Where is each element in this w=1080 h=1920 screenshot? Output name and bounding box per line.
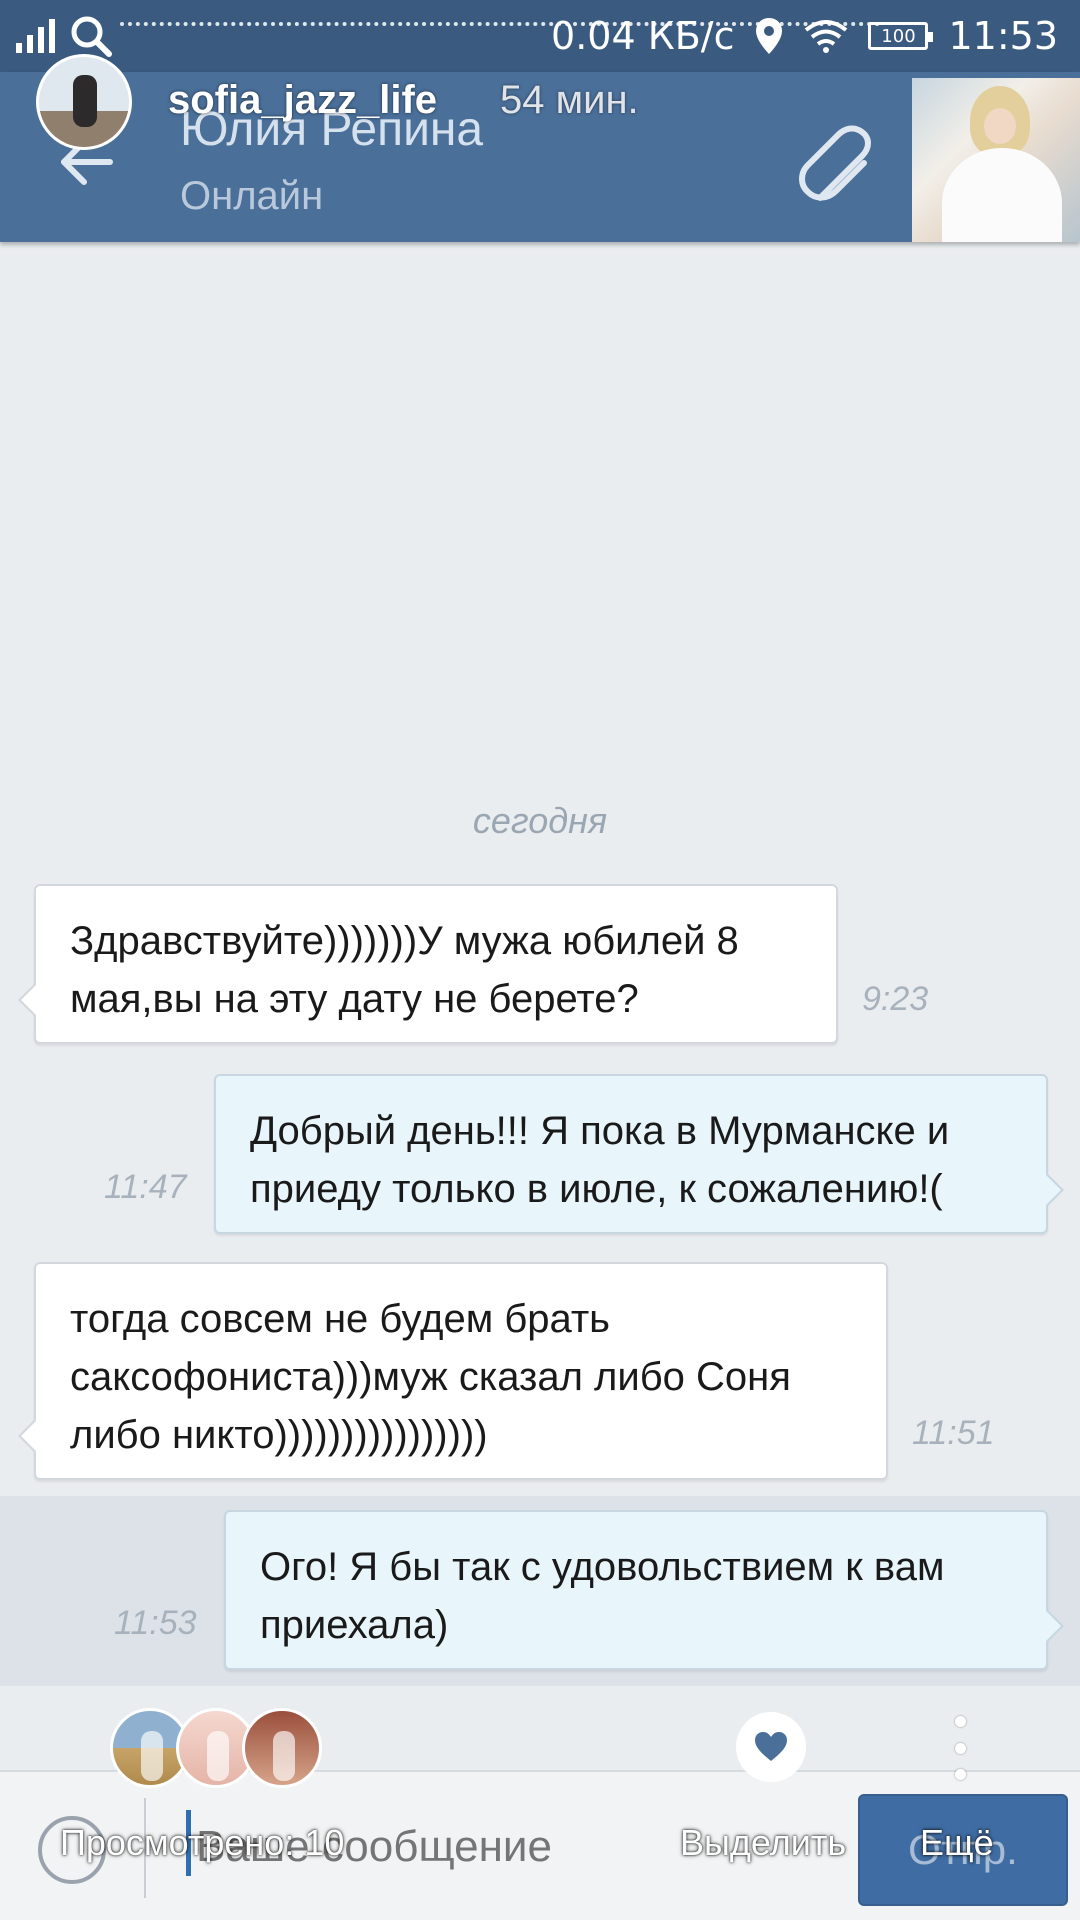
signal-icon (16, 19, 55, 53)
more-vertical-icon[interactable] (950, 1716, 970, 1780)
outgoing-message-bubble[interactable]: Добрый день!!! Я пока в Мурманске и прие… (214, 1074, 1064, 1234)
network-speed: 0.04 КБ/с (551, 14, 735, 58)
battery-level: 100 (881, 25, 916, 47)
story-author-username[interactable]: sofia_jazz_life (168, 78, 437, 123)
highlight-button[interactable]: Выделить (680, 1822, 846, 1864)
message-row: Здравствуйте)))))))У мужа юбилей 8 мая,в… (0, 884, 1080, 1044)
search-icon (71, 16, 112, 57)
attachment-clip-icon[interactable] (790, 120, 890, 220)
outgoing-message-bubble[interactable]: Ого! Я бы так с удовольствием к вам прие… (224, 1510, 1064, 1670)
selected-message-row: 11:53 Ого! Я бы так с удовольствием к ва… (0, 1496, 1080, 1686)
viewer-avatar (242, 1708, 322, 1788)
clock: 11:53 (948, 14, 1058, 58)
story-post-time: 54 мин. (500, 78, 639, 122)
message-time: 11:51 (912, 1414, 995, 1452)
incoming-message-bubble[interactable]: тогда совсем не будем брать саксофониста… (18, 1262, 888, 1480)
chat-contact-status: Онлайн (180, 174, 324, 218)
more-button[interactable]: Ещё (920, 1822, 994, 1864)
message-time: 11:47 (104, 1168, 187, 1206)
story-author-avatar[interactable] (36, 54, 132, 150)
status-bar: 0.04 КБ/с 100 11:53 (0, 0, 1080, 72)
message-row: тогда совсем не будем брать саксофониста… (0, 1262, 1080, 1480)
message-row: 11:47 Добрый день!!! Я пока в Мурманске … (0, 1074, 1080, 1234)
date-separator: сегодня (472, 800, 608, 841)
location-icon (756, 18, 783, 54)
story-viewers[interactable] (110, 1708, 322, 1788)
battery-icon: 100 (868, 22, 934, 50)
seen-count[interactable]: Просмотрено: 10 (60, 1822, 344, 1864)
contact-avatar[interactable] (912, 78, 1080, 242)
incoming-message-bubble[interactable]: Здравствуйте)))))))У мужа юбилей 8 мая,в… (18, 884, 838, 1044)
wifi-icon (805, 20, 848, 53)
heart-icon[interactable] (736, 1712, 806, 1782)
message-time: 9:23 (862, 980, 929, 1018)
message-time: 11:53 (114, 1604, 197, 1642)
